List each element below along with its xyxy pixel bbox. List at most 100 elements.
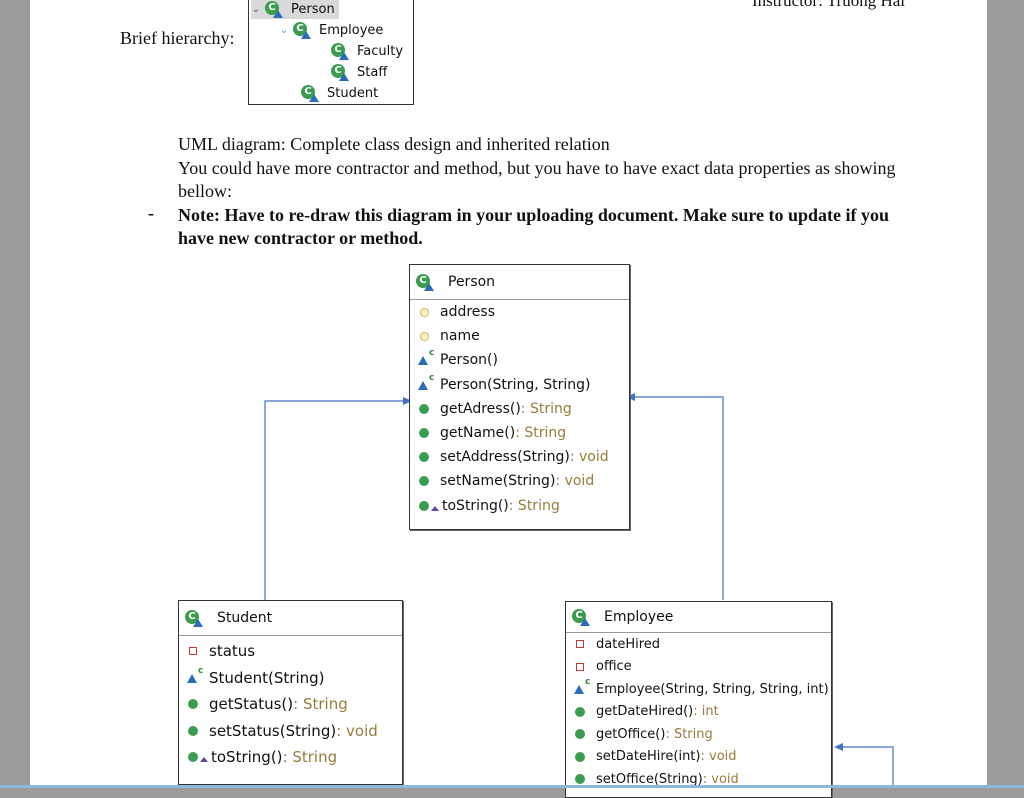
class-icon: C: [331, 43, 349, 60]
tree-item-faculty[interactable]: C Faculty: [331, 41, 403, 61]
class-member[interactable]: address: [410, 300, 629, 324]
public-method-icon: [187, 697, 209, 711]
class-icon: C: [331, 64, 349, 81]
constructor-icon: [187, 666, 209, 685]
override-method-icon: [418, 499, 442, 513]
member-signature: getStatus(): [209, 695, 294, 714]
member-return-type: : String: [282, 748, 338, 767]
tree-item-label: Faculty: [357, 43, 404, 59]
class-member[interactable]: Student(String): [179, 665, 402, 692]
class-member[interactable]: toString() : String: [179, 744, 402, 771]
public-method-icon: [418, 450, 440, 464]
private-field-icon: [187, 644, 209, 658]
class-member[interactable]: office: [566, 656, 831, 679]
member-signature: address: [440, 304, 496, 321]
instruction-note: Note: Have to re-draw this diagram in yo…: [178, 204, 890, 249]
brief-hierarchy-label: Brief hierarchy:: [120, 28, 235, 48]
tree-item-label: Employee: [319, 22, 384, 38]
tree-item-employee[interactable]: ⌄ C Employee: [279, 20, 383, 40]
package-field-icon: [418, 305, 440, 319]
tree-item-label: Staff: [357, 64, 388, 80]
member-signature: setDateHire(int): [596, 749, 701, 765]
public-method-icon: [418, 402, 440, 416]
class-member[interactable]: getStatus() : String: [179, 691, 402, 718]
tree-item-label: Student: [327, 85, 379, 101]
class-member[interactable]: getAdress() : String: [410, 397, 629, 421]
member-list: status Student(String) getStatus() : Strin…: [179, 636, 402, 771]
constructor-icon: [574, 677, 596, 696]
class-member[interactable]: Employee(String, String, String, int): [566, 677, 831, 701]
tree-item-student[interactable]: C Student: [301, 83, 378, 103]
class-member[interactable]: getDateHired() : int: [566, 701, 831, 724]
constructor-icon: [418, 348, 440, 367]
class-member[interactable]: Person(): [410, 348, 629, 372]
class-header: C Person: [410, 265, 629, 300]
class-name: Person: [448, 274, 496, 290]
class-icon: C: [265, 1, 283, 18]
public-method-icon: [574, 705, 596, 719]
class-member[interactable]: getName() : String: [410, 421, 629, 445]
class-icon: C: [572, 609, 590, 626]
member-return-type: : void: [700, 749, 737, 765]
member-list: dateHired office Employee(String, String, …: [566, 633, 831, 791]
class-name: Student: [217, 610, 273, 626]
member-signature: Person(): [440, 352, 498, 369]
member-signature: Student(String): [209, 668, 325, 687]
member-signature: setAddress(String): [440, 449, 570, 466]
override-method-icon: [187, 750, 211, 764]
public-method-icon: [418, 426, 440, 440]
member-return-type: : void: [555, 473, 595, 490]
member-signature: setStatus(String): [209, 721, 337, 740]
member-signature: setName(String): [440, 473, 556, 490]
member-signature: getName(): [440, 425, 516, 442]
class-name: Employee: [604, 609, 674, 625]
chevron-down-icon[interactable]: ⌄: [279, 25, 289, 36]
constructor-icon: [418, 373, 440, 392]
hierarchy-tree: ⌄ C Person ⌄ C Employee C Faculty C Staf…: [248, 0, 414, 105]
member-signature: getOffice(): [596, 726, 666, 742]
member-signature: status: [209, 642, 256, 661]
uml-class-person[interactable]: C Person address name Person() Person(Strin…: [409, 264, 630, 530]
uml-class-student[interactable]: C Student status Student(String) getStatus…: [178, 600, 403, 785]
member-return-type: : String: [293, 695, 348, 714]
public-method-icon: [418, 474, 440, 488]
member-return-type: : int: [693, 704, 719, 720]
class-member[interactable]: setDateHire(int) : void: [566, 746, 831, 769]
public-method-icon: [574, 727, 596, 741]
public-method-icon: [574, 750, 596, 764]
class-header: C Employee: [566, 602, 831, 633]
member-signature: toString(): [211, 748, 283, 767]
class-icon: C: [301, 85, 319, 102]
member-signature: toString(): [442, 497, 509, 514]
class-member[interactable]: toString() : String: [410, 494, 629, 518]
class-member[interactable]: name: [410, 324, 629, 348]
class-member[interactable]: setAddress(String) : void: [410, 445, 629, 469]
class-member[interactable]: getOffice() : String: [566, 723, 831, 746]
tree-item-person[interactable]: ⌄ C Person: [251, 0, 339, 19]
tree-item-staff[interactable]: C Staff: [331, 62, 387, 82]
instruction-line-1: UML diagram: Complete class design and i…: [178, 134, 610, 154]
member-signature: getDateHired(): [596, 704, 694, 720]
bullet-dash: -: [148, 203, 154, 223]
member-signature: getAdress(): [440, 400, 521, 417]
public-method-icon: [187, 724, 209, 738]
chevron-down-icon[interactable]: ⌄: [251, 4, 261, 15]
member-signature: name: [440, 328, 480, 345]
class-header: C Student: [179, 601, 402, 636]
class-member[interactable]: setStatus(String) : void: [179, 718, 402, 745]
uml-class-employee[interactable]: C Employee dateHired office Employee(Strin…: [565, 601, 832, 798]
class-member[interactable]: status: [179, 638, 402, 665]
class-member[interactable]: setName(String) : void: [410, 469, 629, 493]
member-return-type: : String: [508, 497, 560, 514]
tree-item-label: Person: [291, 1, 335, 17]
member-return-type: : void: [569, 449, 609, 466]
class-icon: C: [185, 610, 203, 627]
package-field-icon: [418, 329, 440, 343]
member-return-type: : String: [665, 726, 713, 742]
class-member[interactable]: dateHired: [566, 633, 831, 656]
class-member[interactable]: Person(String, String): [410, 373, 629, 397]
member-return-type: : String: [515, 425, 567, 442]
member-return-type: : String: [520, 400, 572, 417]
member-signature: Employee(String, String, String, int): [596, 681, 829, 697]
member-return-type: : void: [336, 721, 378, 740]
